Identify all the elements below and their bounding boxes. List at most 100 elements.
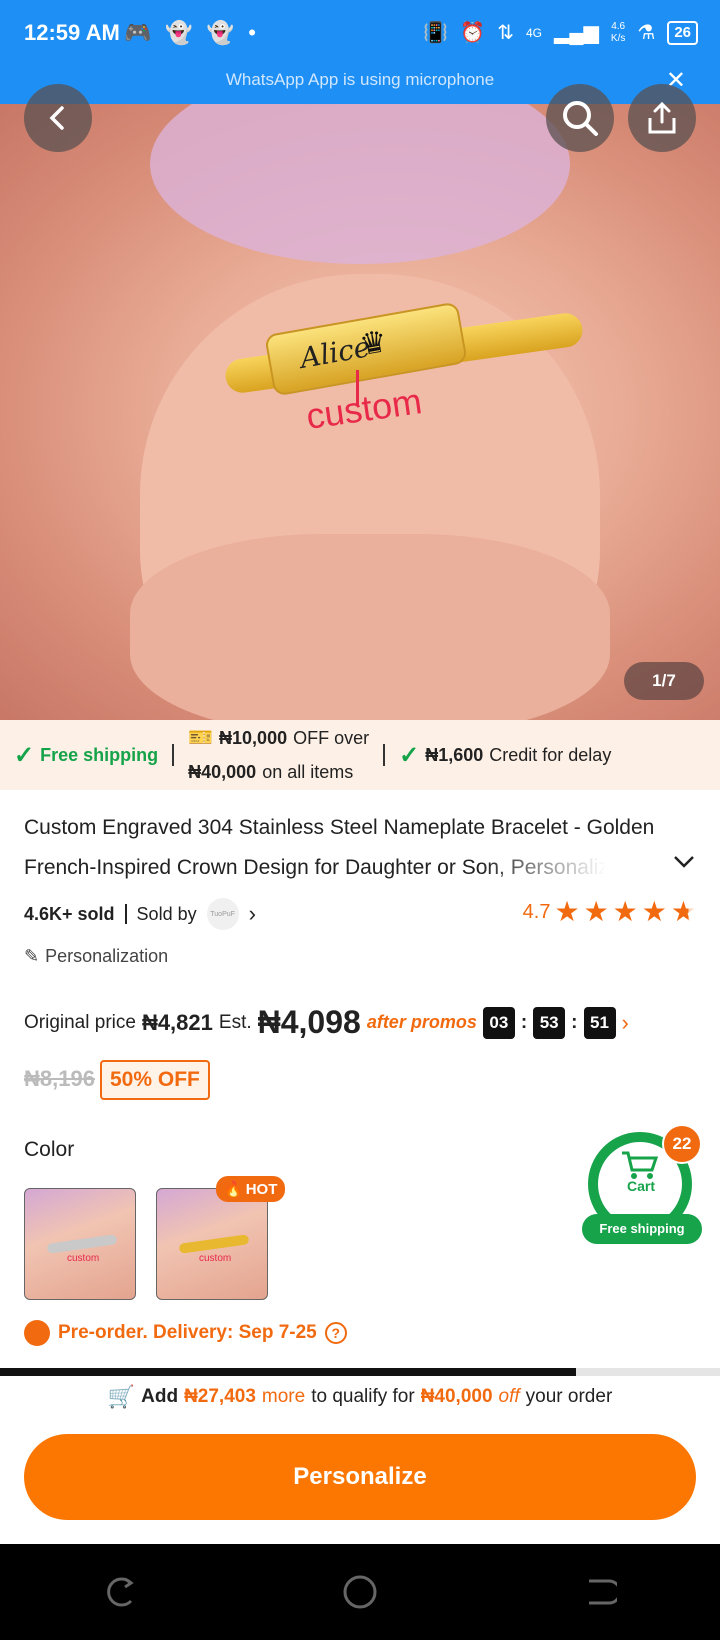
rating-value: 4.7 [522,900,551,923]
sold-row[interactable]: 4.6K+ sold Sold by TuoPuF › [24,898,256,930]
discount-text-2: on all items [262,762,354,782]
seller-logo: TuoPuF [206,898,239,930]
crown-icon: ♛ [357,324,390,363]
gamepad-icon: 🎮 [124,20,152,45]
after-promos: after promos [366,1012,477,1032]
chevron-down-icon[interactable] [672,854,696,870]
free-shipping-promo: ✓ Free shipping [0,741,172,770]
network-speed: 4.6 K/s [611,21,625,45]
back-nav-icon[interactable] [583,1575,618,1609]
network-speed-value: 4.6 [611,20,626,32]
timer-seconds: 51 [583,1006,616,1039]
network-type: 4G [525,25,542,40]
color-swatch-silver[interactable]: custom [24,1188,136,1300]
hot-label: HOT [245,1180,278,1198]
star-icon: ★ [612,896,638,927]
search-icon [563,101,598,136]
snapchat-icon: 👻 [165,20,193,45]
cart-icon [622,1151,659,1179]
dot-icon: • [248,20,256,45]
check-icon: ✓ [14,741,35,769]
discount-text-1: OFF over [293,728,370,748]
rating[interactable]: 4.7 ★ ★ ★ ★ ★ [523,898,696,926]
hero-fingers [130,534,610,720]
star-half-icon: ★ [670,896,696,927]
star-icon: ★ [641,896,667,927]
qualify-more: more [261,1386,306,1407]
alarm-icon: ⏰ [460,22,486,44]
est-label: Est. [218,1011,252,1033]
credit-promo: ✓ ₦1,600 Credit for delay [385,741,625,770]
qualify-amount: ₦27,403 [184,1386,256,1407]
swatch-band [178,1234,250,1254]
clock-icon [24,1320,50,1346]
qualify-message: 🛒 Add ₦27,403 more to qualify for ₦40,00… [0,1384,720,1410]
chevron-right-icon[interactable]: › [622,1010,629,1036]
sold-count: 4.6K+ sold [24,903,115,924]
original-price-label: Original price [24,1011,136,1033]
signal-icon: ▂▄▆ [553,22,599,44]
cart-icon: 🛒 [107,1384,136,1409]
swatch-band [46,1234,118,1254]
delivery-info[interactable]: Pre-order. Delivery: Sep 7-25 ? [24,1320,347,1346]
title-fade [480,848,660,888]
credit-text: Credit for delay [489,744,612,765]
mic-banner[interactable]: WhatsApp App is using microphone [0,70,720,90]
old-price: ₦8,196 [24,1066,95,1091]
color-swatch-gold[interactable]: custom [156,1188,268,1300]
notification-icons: 🎮 👻 👻 • [124,20,256,46]
system-icons: 📳 ⏰ ⇅ 4G ▂▄▆ 4.6 K/s ⚗ 26 [423,20,698,45]
cart-label: Cart [626,1178,655,1194]
qualify-progress-fill [0,1368,576,1376]
swatch-text: custom [67,1253,100,1264]
cart-free-shipping: Free shipping [582,1214,702,1244]
star-icon: ★ [583,896,609,927]
personalization-tag: ✎ Personalization [24,946,168,967]
est-price: ₦4,098 [257,1004,361,1040]
flask-icon: ⚗ [637,22,656,44]
personalize-button[interactable]: Personalize [24,1434,696,1520]
image-counter: 1/7 [624,662,704,700]
discount-badge: 50% OFF [100,1060,210,1100]
hero-blanket [150,104,570,264]
network-speed-unit: K/s [610,32,626,44]
data-arrows-icon: ⇅ [497,22,514,44]
price-row: Original price ₦4,821 Est. ₦4,098 after … [24,1004,629,1041]
share-button[interactable] [628,84,696,152]
promo-strip[interactable]: ✓ Free shipping 🎫 ₦10,000 OFF over ₦40,0… [0,720,720,790]
credit-amount: ₦1,600 [425,744,484,765]
status-bar: 12:59 AM 🎮 👻 👻 • 📳 ⏰ ⇅ 4G ▂▄▆ 4.6 K/s ⚗ … [0,0,720,104]
product-image[interactable]: Alice ♛ custom 1/7 [0,104,720,720]
cart-widget[interactable]: Cart 22 Free shipping [582,1124,702,1244]
swatch-text: custom [199,1253,232,1264]
recent-apps-icon[interactable] [103,1575,137,1609]
qualify-middle: to qualify for [311,1386,415,1407]
vibrate-icon: 📳 [423,22,449,44]
coupon-icon: 🎫 [188,727,214,749]
share-icon [648,101,676,134]
discount-amount: ₦10,000 [219,728,288,748]
system-nav-bar [0,1544,720,1640]
free-shipping-label: Free shipping [40,744,159,765]
snapchat-icon-2: 👻 [206,20,235,45]
timer-minutes: 53 [533,1006,566,1039]
chevron-left-icon [49,106,64,130]
original-price: ₦4,821 [141,1009,213,1035]
chevron-right-icon: › [248,901,256,926]
home-icon[interactable] [342,1574,378,1610]
help-icon[interactable]: ? [324,1322,347,1344]
timer-hours: 03 [482,1006,515,1039]
qualify-progress [0,1368,720,1376]
sold-by-label: Sold by [136,903,197,924]
star-icon: ★ [554,896,580,927]
discount-promo: 🎫 ₦10,000 OFF over ₦40,000 on all items [174,722,383,788]
search-button[interactable] [546,84,614,152]
fire-icon: 🔥 [224,1181,243,1198]
pen-icon: ✎ [24,946,40,966]
delivery-text: Pre-order. Delivery: Sep 7-25 [58,1322,317,1343]
back-button[interactable] [24,84,92,152]
qualify-suffix: your order [525,1386,613,1407]
status-time: 12:59 AM [24,20,120,45]
discount-threshold: ₦40,000 [188,762,257,782]
personalization-label: Personalization [45,946,169,966]
